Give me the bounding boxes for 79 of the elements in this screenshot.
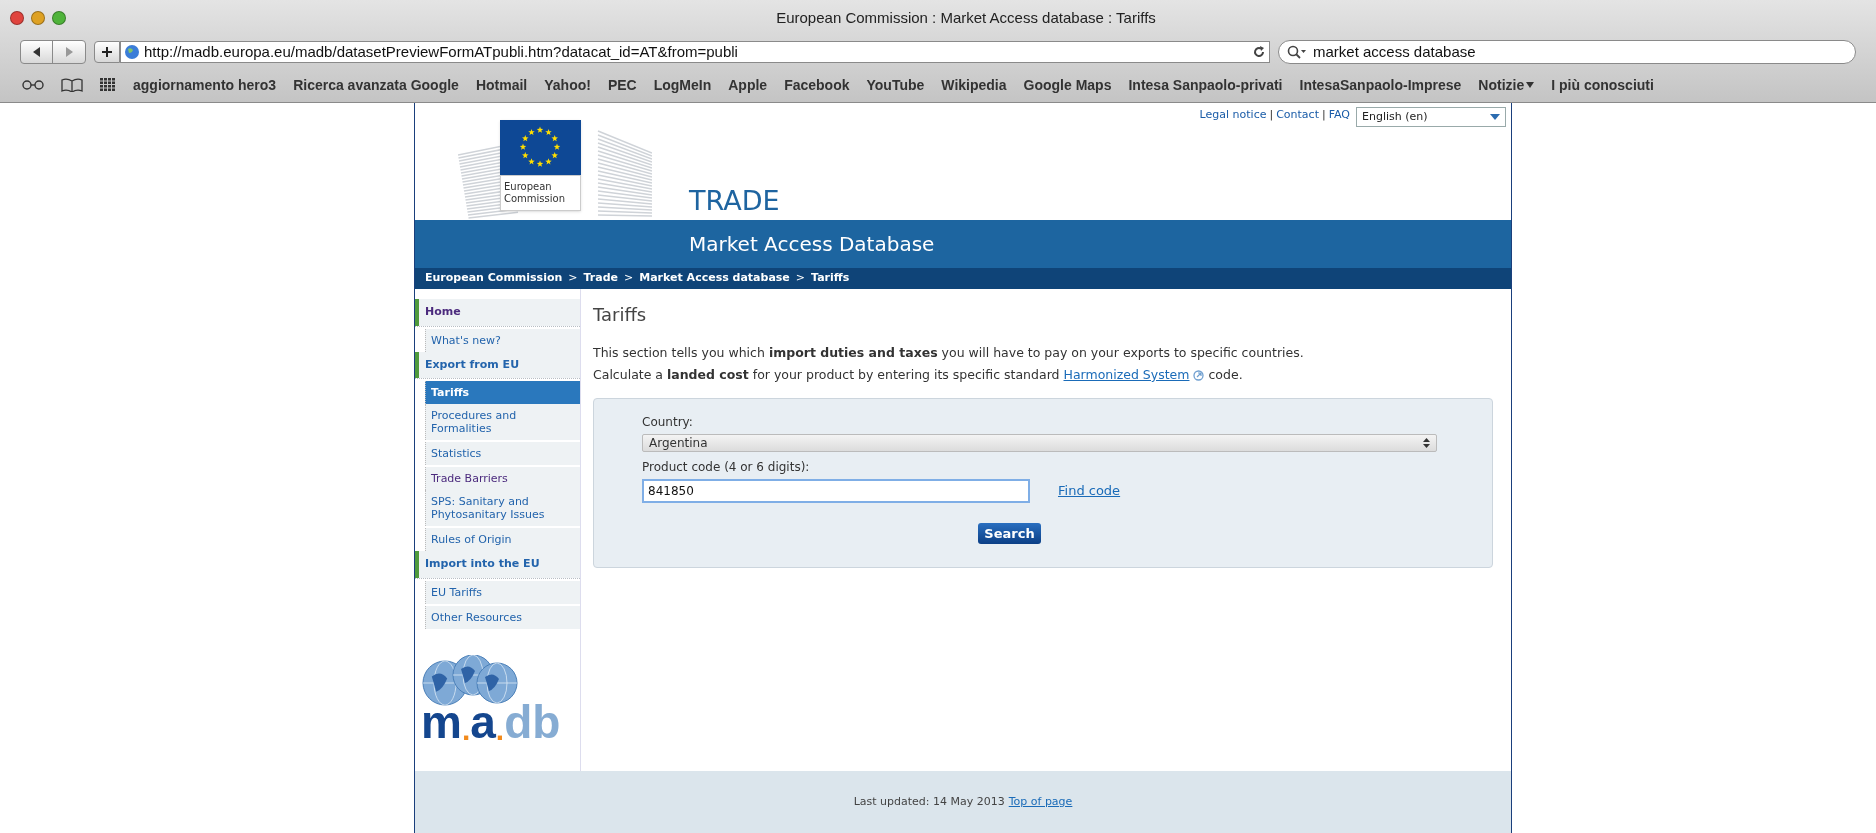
url-text: http://madb.europa.eu/madb/datasetPreviewFormATpubli.htm?datacat_id=AT&from=publi bbox=[144, 41, 739, 62]
intro-text: This section tells you which import duties and taxes you will have to pay on your exports to specific countries. bbox=[593, 344, 1305, 362]
sidebar-section[interactable]: Home bbox=[415, 299, 580, 326]
bookmark-link[interactable]: Facebook bbox=[784, 74, 850, 96]
book-icon[interactable] bbox=[61, 78, 83, 92]
breadcrumb-link[interactable]: Tariffs bbox=[811, 270, 850, 287]
breadcrumb-separator: > bbox=[795, 270, 806, 287]
sidebar-item[interactable]: Procedures and Formalities bbox=[425, 404, 580, 440]
breadcrumb-separator: > bbox=[568, 270, 578, 287]
bookmark-link[interactable]: I più conosciuti bbox=[1551, 74, 1654, 96]
trade-title: TRADE bbox=[689, 187, 780, 214]
sidebar-item[interactable]: What's new? bbox=[425, 328, 580, 352]
add-button[interactable] bbox=[94, 41, 120, 63]
sidebar-item[interactable]: Rules of Origin bbox=[425, 528, 580, 551]
breadcrumb-link[interactable]: Trade bbox=[583, 270, 619, 287]
external-link-icon bbox=[1193, 369, 1205, 381]
sidebar-item[interactable]: Statistics bbox=[425, 442, 580, 465]
grid-icon[interactable] bbox=[100, 78, 116, 92]
bookmark-link[interactable]: YouTube bbox=[866, 74, 925, 96]
country-label: Country: bbox=[642, 414, 694, 431]
link-separator: | bbox=[1321, 107, 1326, 123]
site-subtitle: Market Access Database bbox=[689, 231, 935, 258]
product-code-field[interactable]: 841850 bbox=[642, 479, 1030, 503]
sidebar-item[interactable]: Trade Barriers bbox=[425, 467, 580, 490]
header-link[interactable]: Legal notice bbox=[1199, 107, 1267, 124]
country-select[interactable]: Argentina bbox=[642, 434, 1437, 452]
sidebar-item[interactable]: SPS: Sanitary and Phytosanitary Issues bbox=[425, 490, 580, 526]
glasses-icon[interactable] bbox=[22, 79, 44, 91]
link-separator: | bbox=[1269, 107, 1274, 123]
page-title: Tariffs bbox=[593, 303, 648, 327]
search-field[interactable]: market access database bbox=[1278, 40, 1856, 64]
bookmark-link[interactable]: Hotmail bbox=[475, 74, 528, 96]
breadcrumb-link[interactable]: Market Access database bbox=[639, 270, 790, 287]
reload-icon[interactable] bbox=[1252, 45, 1266, 59]
bookmark-link[interactable]: Intesa Sanpaolo-privati bbox=[1128, 74, 1283, 96]
caret-icon bbox=[1490, 114, 1500, 120]
globe-icon bbox=[124, 44, 140, 60]
language-select[interactable]: English (en) bbox=[1356, 107, 1506, 127]
harmonized-system-link[interactable]: Harmonized System bbox=[1063, 364, 1190, 386]
bookmark-link[interactable]: Google Maps bbox=[1023, 74, 1112, 96]
bookmark-link[interactable]: Wikipedia bbox=[941, 74, 1007, 96]
forward-arrow-icon bbox=[64, 47, 74, 57]
top-of-page-link[interactable]: Top of page bbox=[1008, 793, 1073, 811]
bookmark-link[interactable]: PEC bbox=[607, 74, 637, 96]
sidebar-item[interactable]: Tariffs bbox=[425, 381, 580, 404]
address-field[interactable]: http://madb.europa.eu/madb/datasetPreviewFormATpubli.htm?datacat_id=AT&from=publi bbox=[120, 41, 1270, 63]
bookmark-link[interactable]: Yahoo! bbox=[544, 74, 591, 96]
bookmark-link[interactable]: LogMeIn bbox=[653, 74, 712, 96]
search-icon bbox=[1287, 45, 1307, 59]
bookmark-link[interactable]: aggiornamento hero3 bbox=[133, 74, 277, 96]
product-code-label: Product code (4 or 6 digits): bbox=[642, 459, 811, 476]
sidebar-item[interactable]: EU Tariffs bbox=[425, 580, 580, 604]
bookmark-link[interactable]: Notizie bbox=[1478, 74, 1535, 96]
search-button[interactable]: Search bbox=[978, 523, 1041, 544]
bookmark-link[interactable]: Apple bbox=[728, 74, 768, 96]
find-code-link[interactable]: Find code bbox=[1058, 481, 1121, 501]
updown-arrow-icon bbox=[1423, 438, 1430, 448]
header-link[interactable]: FAQ bbox=[1328, 107, 1350, 124]
eu-flag-icon bbox=[500, 120, 581, 175]
back-arrow-icon bbox=[31, 47, 42, 57]
header-link[interactable]: Contact bbox=[1276, 107, 1319, 124]
close-button[interactable] bbox=[10, 11, 24, 25]
breadcrumb-link[interactable]: European Commission bbox=[425, 270, 563, 287]
plus-icon bbox=[101, 46, 113, 58]
bookmark-link[interactable]: IntesaSanpaolo-Imprese bbox=[1299, 74, 1462, 96]
search-text: market access database bbox=[1313, 41, 1476, 62]
zoom-button[interactable] bbox=[52, 11, 66, 25]
madb-logo: m.a.db bbox=[421, 698, 562, 745]
sidebar-item[interactable]: Other Resources bbox=[425, 605, 580, 629]
sidebar-section[interactable]: Import into the EU bbox=[415, 551, 580, 578]
last-updated-text: Last updated: 14 May 2013 bbox=[853, 793, 1005, 810]
bookmark-link[interactable]: Ricerca avanzata Google bbox=[293, 74, 459, 96]
caret-icon bbox=[1526, 82, 1535, 88]
window-title: European Commission : Market Access database : Tariffs bbox=[776, 7, 1156, 28]
sidebar-section[interactable]: Export from EU bbox=[415, 351, 580, 378]
ec-logo-label: European Commission bbox=[500, 175, 581, 211]
minimize-button[interactable] bbox=[31, 11, 45, 25]
breadcrumb-separator: > bbox=[624, 270, 634, 287]
intro-text: Calculate a landed cost for your product by entering its specific standard Harmonized System code. bbox=[593, 364, 1493, 386]
